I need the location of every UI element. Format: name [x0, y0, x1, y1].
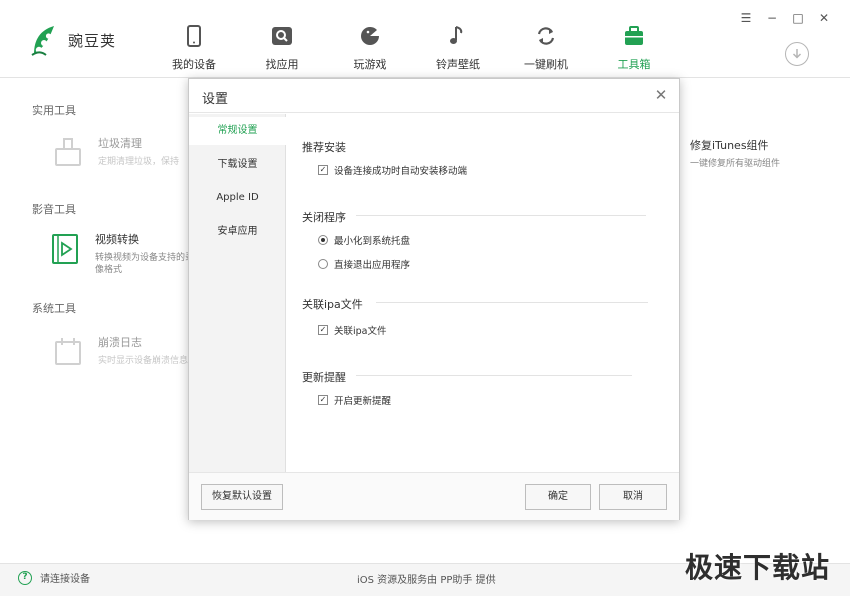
- tool-video-convert[interactable]: 视频转换 转换视频为设备支持的录像格式: [47, 231, 195, 276]
- group-divider: [356, 215, 646, 216]
- nav-label: 找应用: [265, 58, 299, 71]
- nav-toolbox[interactable]: 工具箱: [590, 0, 678, 78]
- app-name: 豌豆荚: [68, 31, 117, 50]
- settings-sidebar: 常规设置 下载设置 Apple ID 安卓应用: [189, 114, 286, 472]
- checkbox-checked-icon: ✓: [318, 325, 328, 335]
- dialog-title: 设置: [202, 92, 229, 107]
- associate-ipa-checkbox[interactable]: ✓ 关联ipa文件: [318, 323, 387, 337]
- checkbox-checked-icon: ✓: [318, 395, 328, 405]
- game-icon: [361, 26, 379, 45]
- phone-icon: [187, 25, 201, 47]
- group-title-close-program: 关闭程序: [302, 211, 346, 224]
- radio-selected-icon: [318, 235, 328, 245]
- tool-crash-log[interactable]: 崩溃日志 实时显示设备崩溃信息: [50, 334, 198, 370]
- dialog-footer: 恢复默认设置 确定 取消: [189, 472, 679, 520]
- window-controls: ☰ − □ ✕: [740, 12, 830, 24]
- exit-app-radio[interactable]: 直接退出应用程序: [318, 257, 410, 271]
- nav-flash[interactable]: 一键刷机: [502, 0, 590, 78]
- group-title-update-reminder: 更新提醒: [302, 371, 346, 384]
- refresh-icon: [537, 27, 555, 45]
- sidebar-item-download[interactable]: 下载设置: [189, 151, 286, 179]
- app-search-icon: [272, 27, 292, 45]
- sidebar-item-android-apps[interactable]: 安卓应用: [189, 218, 286, 246]
- tool-desc: 实时显示设备崩溃信息: [98, 356, 189, 366]
- section-system-tools: 系统工具: [32, 302, 76, 315]
- sidebar-item-apple-id[interactable]: Apple ID: [189, 184, 286, 212]
- group-title-associate-ipa: 关联ipa文件: [302, 298, 363, 311]
- option-label: 关联ipa文件: [334, 326, 387, 337]
- nav-games[interactable]: 玩游戏: [326, 0, 414, 78]
- tool-name: 崩溃日志: [98, 336, 142, 349]
- settings-general-panel: 推荐安装 ✓ 设备连接成功时自动安装移动端 关闭程序 最小化到系统托盘 直接退出…: [286, 114, 679, 472]
- restore-defaults-button[interactable]: 恢复默认设置: [201, 484, 283, 510]
- service-credit: iOS 资源及服务由 PP助手 提供: [357, 575, 496, 586]
- minimize-icon[interactable]: −: [766, 12, 778, 24]
- pea-pod-logo-icon: [31, 26, 54, 56]
- calendar-log-icon: [55, 338, 81, 365]
- download-manager-button[interactable]: [785, 42, 809, 66]
- group-title-recommend-install: 推荐安装: [302, 141, 346, 154]
- nav-find-app[interactable]: 找应用: [238, 0, 326, 78]
- connect-device-status[interactable]: ? 请连接设备: [18, 570, 90, 585]
- section-utility-tools: 实用工具: [32, 104, 76, 117]
- help-question-icon: ?: [18, 570, 32, 585]
- maximize-icon[interactable]: □: [792, 12, 804, 24]
- tool-name: 视频转换: [95, 233, 139, 246]
- tool-name: 垃圾清理: [98, 137, 142, 150]
- tool-repair-itunes[interactable]: 修复iTunes组件 一键修复所有驱动组件: [690, 137, 810, 170]
- download-arrow-icon: [792, 49, 802, 59]
- option-label: 设备连接成功时自动安装移动端: [334, 166, 468, 177]
- nav-label: 工具箱: [617, 58, 651, 71]
- nav-label: 玩游戏: [353, 58, 387, 71]
- close-icon[interactable]: ✕: [818, 12, 830, 24]
- tool-desc: 定期清理垃圾，保持: [98, 157, 180, 167]
- app-logo: 豌豆荚: [30, 24, 116, 56]
- connect-device-text: 请连接设备: [40, 574, 90, 585]
- app-header: 豌豆荚 我的设备 找应用 玩游戏 铃声壁纸 一键刷机 工具箱 ☰ − □ ✕: [0, 0, 850, 78]
- ok-button[interactable]: 确定: [525, 484, 591, 510]
- dialog-close-icon[interactable]: ✕: [653, 87, 669, 103]
- group-divider: [356, 375, 632, 376]
- checkbox-checked-icon: ✓: [318, 165, 328, 175]
- group-divider: [376, 302, 648, 303]
- tool-junk-clean[interactable]: 垃圾清理 定期清理垃圾，保持: [50, 135, 198, 171]
- toolbox-icon: [625, 26, 643, 45]
- sidebar-item-general[interactable]: 常规设置: [189, 117, 286, 145]
- site-watermark: 极速下载站: [684, 551, 830, 584]
- nav-label: 我的设备: [172, 58, 216, 71]
- tool-desc: 转换视频为设备支持的录像格式: [95, 253, 195, 275]
- tool-desc: 一键修复所有驱动组件: [690, 159, 781, 169]
- dialog-title-bar: 设置 ✕: [189, 79, 679, 113]
- option-label: 直接退出应用程序: [334, 260, 411, 271]
- cancel-button[interactable]: 取消: [599, 484, 667, 510]
- auto-install-mobile-checkbox[interactable]: ✓ 设备连接成功时自动安装移动端: [318, 163, 467, 177]
- settings-dialog: 设置 ✕ 常规设置 下载设置 Apple ID 安卓应用 推荐安装 ✓ 设备连接…: [188, 78, 680, 520]
- main-nav: 我的设备 找应用 玩游戏 铃声壁纸 一键刷机 工具箱: [150, 0, 678, 78]
- menu-icon[interactable]: ☰: [740, 12, 752, 24]
- option-label: 最小化到系统托盘: [334, 236, 411, 247]
- nav-ringtones[interactable]: 铃声壁纸: [414, 0, 502, 78]
- option-label: 开启更新提醒: [334, 396, 392, 407]
- broom-icon: [55, 138, 81, 166]
- nav-label: 一键刷机: [524, 58, 568, 71]
- nav-my-device[interactable]: 我的设备: [150, 0, 238, 78]
- radio-unselected-icon: [318, 259, 328, 269]
- video-file-icon: [52, 234, 78, 264]
- section-media-tools: 影音工具: [32, 203, 76, 216]
- enable-update-reminder-checkbox[interactable]: ✓ 开启更新提醒: [318, 393, 391, 407]
- nav-label: 铃声壁纸: [436, 58, 480, 71]
- minimize-to-tray-radio[interactable]: 最小化到系统托盘: [318, 233, 410, 247]
- tool-name: 修复iTunes组件: [690, 139, 769, 152]
- music-icon: [450, 26, 463, 44]
